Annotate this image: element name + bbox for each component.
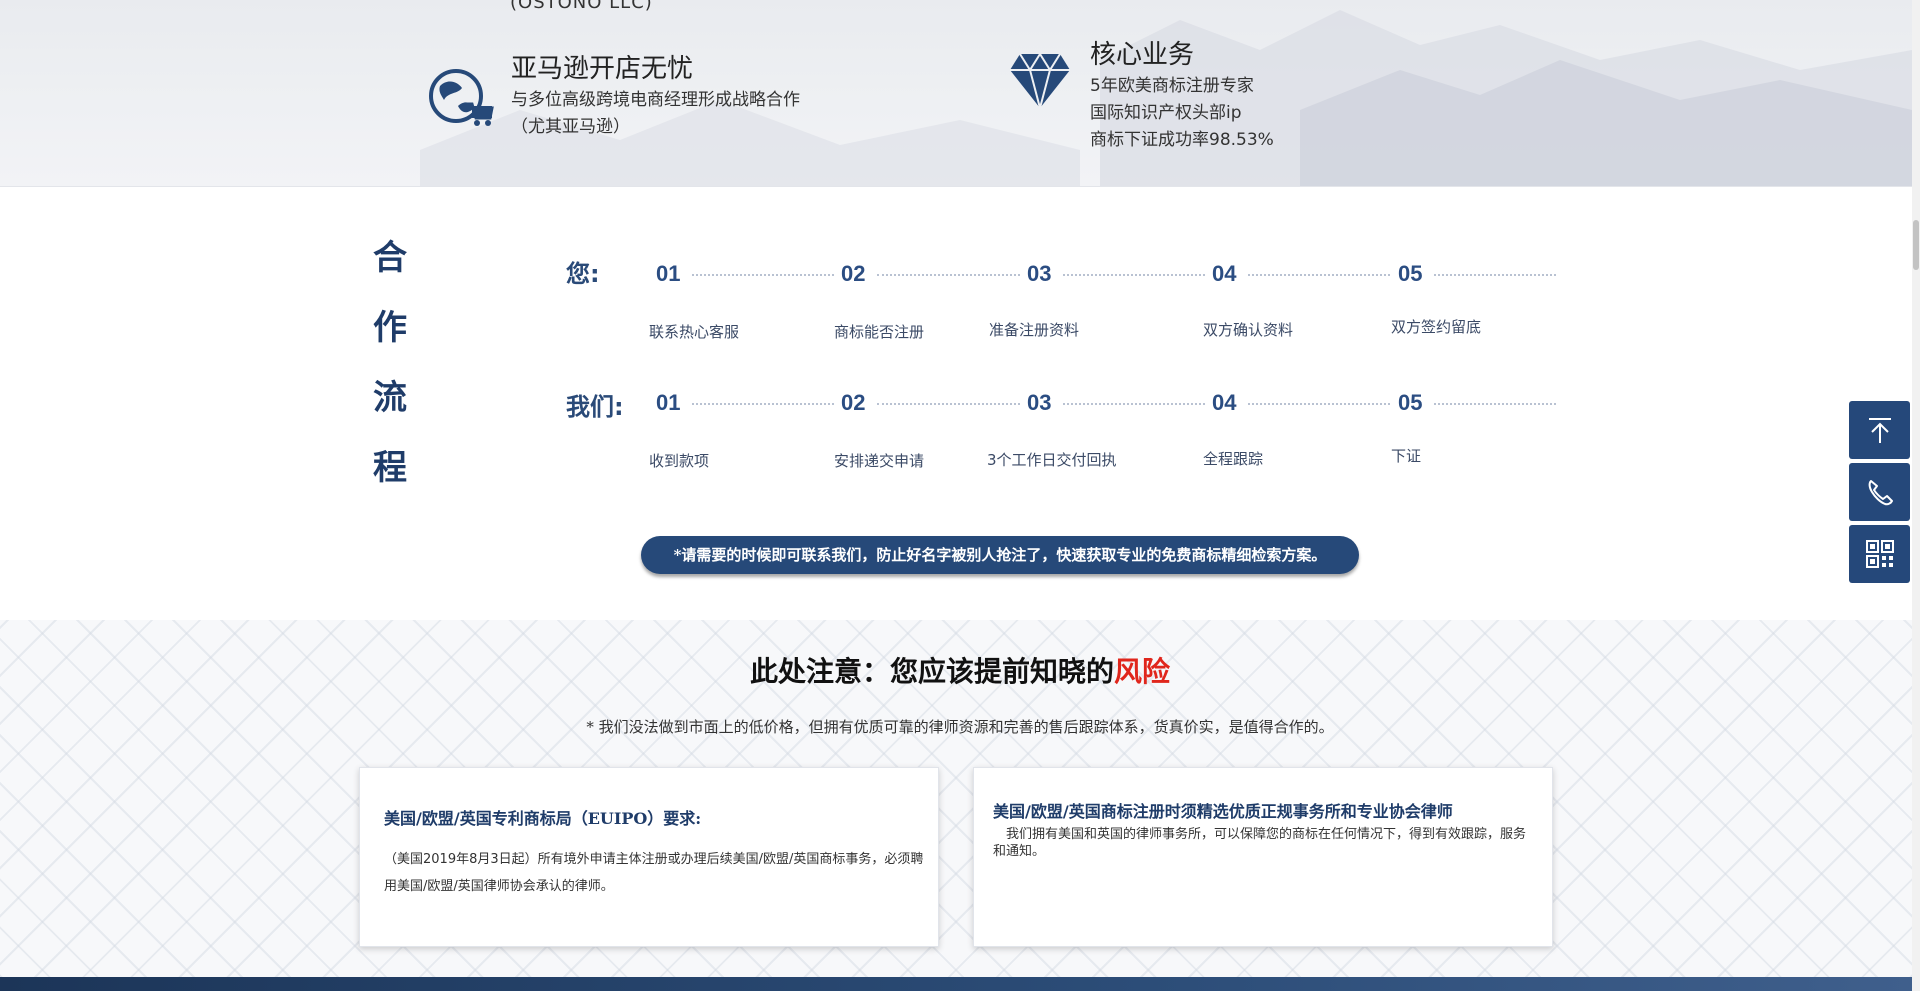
qr-code-icon xyxy=(1865,540,1894,568)
feature-line: （尤其亚马逊） xyxy=(511,117,630,137)
step-label: 商标能否注册 xyxy=(834,323,925,341)
step-connector xyxy=(1434,403,1556,405)
page-scrollbar[interactable] xyxy=(1912,0,1920,991)
step-number: 02 xyxy=(841,261,866,286)
step-label: 收到款项 xyxy=(649,452,710,470)
step-connector xyxy=(1434,274,1556,276)
side-title-char: 合 xyxy=(373,238,407,278)
step-number: 03 xyxy=(1027,390,1052,415)
diamond-icon xyxy=(1008,52,1072,114)
step-label: 双方签约留底 xyxy=(1391,318,1482,336)
back-to-top-button[interactable] xyxy=(1849,401,1910,459)
step-label: 下证 xyxy=(1391,447,1422,465)
step-connector xyxy=(1248,274,1390,276)
card-body: 我们拥有美国和英国的律师事务所，可以保障您的商标在任何情况下，得到有效跟踪，服务… xyxy=(993,827,1527,859)
step-number: 05 xyxy=(1398,390,1423,415)
step-label: 准备注册资料 xyxy=(989,321,1080,339)
feature-line: 国际知识产权头部ip xyxy=(1090,103,1242,123)
step-connector xyxy=(692,274,834,276)
step-number: 03 xyxy=(1027,261,1052,286)
risk-card-lawyers: 美国/欧盟/英国商标注册时须精选优质正规事务所和专业协会律师 我们拥有美国和英国… xyxy=(973,767,1553,947)
step-label: 联系热心客服 xyxy=(649,323,740,341)
back-to-top-icon xyxy=(1868,418,1891,443)
company-name-cut: (OSTONO LLC) xyxy=(510,0,653,13)
risk-title-highlight: 风险 xyxy=(1114,655,1171,688)
feature-line: 商标下证成功率98.53% xyxy=(1090,130,1274,150)
step-label: 安排递交申请 xyxy=(834,452,925,470)
phone-button[interactable] xyxy=(1849,463,1910,521)
row-label-us: 我们: xyxy=(566,393,624,421)
mountain-background xyxy=(420,10,1912,186)
side-title-char: 程 xyxy=(373,448,407,488)
risk-title-main: 此处注意：您应该提前知晓的 xyxy=(749,655,1114,688)
step-connector xyxy=(1248,403,1390,405)
step-label: 3个工作日交付回执 xyxy=(987,451,1117,469)
step-label: 全程跟踪 xyxy=(1203,450,1264,468)
row-label-you: 您: xyxy=(566,260,600,288)
step-number: 01 xyxy=(656,390,681,415)
phone-icon xyxy=(1868,480,1893,506)
step-number: 04 xyxy=(1212,261,1237,286)
step-number: 01 xyxy=(656,261,681,286)
step-connector xyxy=(692,403,834,405)
step-connector xyxy=(877,403,1020,405)
step-number: 04 xyxy=(1212,390,1237,415)
feature-line: 5年欧美商标注册专家 xyxy=(1090,76,1254,96)
scrollbar-thumb[interactable] xyxy=(1913,220,1919,270)
step-label: 双方确认资料 xyxy=(1203,321,1294,339)
step-connector xyxy=(877,274,1020,276)
feature-title: 亚马逊开店无忧 xyxy=(511,54,694,84)
step-connector xyxy=(1063,403,1205,405)
contact-notice-button[interactable]: *请需要的时候即可联系我们，防止好名字被别人抢注了，快速获取专业的免费商标精细检… xyxy=(641,536,1359,574)
qr-code-button[interactable] xyxy=(1849,525,1910,583)
side-title-char: 流 xyxy=(373,378,407,418)
feature-line: 与多位高级跨境电商经理形成战略合作 xyxy=(511,90,800,110)
card-body: （美国2019年8月3日起）所有境外申请主体注册或办理后续美国/欧盟/英国商标事… xyxy=(384,852,924,894)
feature-title: 核心业务 xyxy=(1090,40,1195,70)
risk-subtitle: * 我们没法做到市面上的低价格，但拥有优质可靠的律师资源和完善的售后跟踪体系，货… xyxy=(586,718,1334,736)
globe-cart-icon xyxy=(428,66,494,132)
step-connector xyxy=(1063,274,1205,276)
risk-title: 此处注意：您应该提前知晓的风险 xyxy=(0,650,1920,690)
process-side-title: 合 作 流 程 xyxy=(370,228,410,508)
side-title-char: 作 xyxy=(373,308,407,348)
top-banner: (OSTONO LLC) 亚马逊开店无忧 与多位高级跨境电商经理形成战略合作 （… xyxy=(0,0,1912,187)
step-number: 05 xyxy=(1398,261,1423,286)
card-title: 美国/欧盟/英国商标注册时须精选优质正规事务所和专业协会律师 xyxy=(993,802,1453,821)
card-title: 美国/欧盟/英国专利商标局（EUIPO）要求: xyxy=(384,809,702,828)
risk-card-requirement: 美国/欧盟/英国专利商标局（EUIPO）要求: （美国2019年8月3日起）所有… xyxy=(359,767,939,947)
step-number: 02 xyxy=(841,390,866,415)
footer-top-edge xyxy=(0,977,1912,991)
